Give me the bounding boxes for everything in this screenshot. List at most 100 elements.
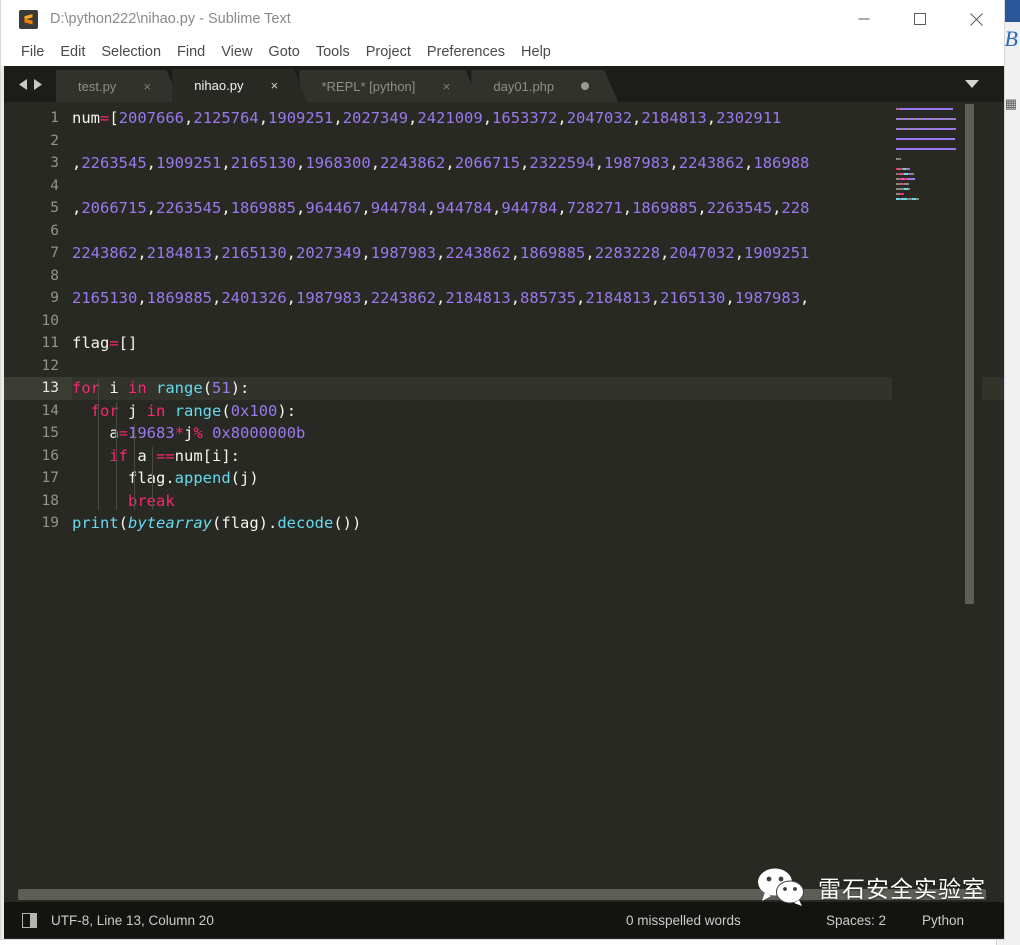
token-punc: ,	[669, 154, 679, 172]
token-num: 1987983	[604, 154, 670, 172]
menu-item-selection[interactable]: Selection	[93, 42, 169, 62]
token-num: 1653372	[492, 109, 558, 127]
menu-item-file[interactable]: File	[13, 42, 52, 62]
code-line-3[interactable]: ,2263545,1909251,2165130,1968300,2243862…	[72, 152, 809, 175]
token-punc: ,	[800, 289, 810, 307]
tab-day01-php[interactable]: day01.php	[471, 70, 618, 102]
minimap-token	[900, 193, 904, 195]
token-punc: ,	[492, 199, 502, 217]
code-line-19[interactable]: print(bytearray(flag).decode())	[72, 512, 361, 535]
minimize-icon[interactable]	[836, 0, 892, 38]
status-syntax[interactable]: Python	[922, 913, 964, 928]
token-num: 2263545	[81, 154, 147, 172]
token-plain: num[i]:	[174, 446, 240, 465]
token-punc: ,	[520, 154, 530, 172]
token-num: 2243862	[380, 154, 446, 172]
menu-item-edit[interactable]: Edit	[52, 42, 93, 62]
token-plain: flag.	[72, 469, 175, 487]
line-number-14: 14	[41, 402, 59, 419]
horizontal-scrollbar[interactable]	[4, 886, 1004, 902]
token-num: 2066715	[81, 199, 147, 217]
menu-item-view[interactable]: View	[213, 42, 260, 62]
token-num: 2243862	[370, 289, 437, 307]
sublime-logo-icon	[19, 9, 38, 29]
code-line-5[interactable]: ,2066715,2263545,1869885,964467,944784,9…	[72, 197, 809, 220]
token-punc: ,	[622, 199, 633, 217]
minimap-line	[896, 128, 956, 130]
token-punc: ,	[296, 199, 306, 217]
code-line-15[interactable]: a=19683*j% 0x8000000b	[72, 422, 305, 445]
code-line-1[interactable]: num=[2007666,2125764,1909251,2027349,242…	[72, 107, 781, 130]
tab-dirty-dot-icon[interactable]	[580, 82, 590, 90]
indent-guide	[98, 379, 99, 510]
tab-close-icon[interactable]: ×	[441, 79, 451, 94]
sidebar-toggle-icon[interactable]	[22, 912, 37, 928]
code-line-7[interactable]: 2243862,2184813,2165130,2027349,1987983,…	[72, 242, 809, 265]
menu-bar: File Edit Selection Find View Goto Tools Projec…	[1, 38, 1004, 66]
minimap-line	[896, 108, 954, 110]
tab-test-py[interactable]: test.py ×	[56, 70, 180, 102]
minimap[interactable]	[892, 102, 982, 902]
code-line-17[interactable]: flag.append(j)	[72, 467, 259, 490]
menu-item-preferences[interactable]: Preferences	[419, 42, 513, 62]
maximize-icon[interactable]	[892, 0, 948, 38]
line-number-3: 3	[50, 155, 59, 171]
tab-nav-arrows[interactable]	[4, 66, 56, 102]
token-call: decode	[277, 514, 334, 532]
token-punc: ,	[585, 244, 595, 262]
tab-nihao-py[interactable]: nihao.py ×	[172, 69, 307, 102]
code-line-18[interactable]: break	[72, 490, 175, 513]
token-num: 2007666	[118, 109, 185, 127]
token-num: 885735	[520, 289, 577, 307]
menu-item-help[interactable]: Help	[513, 42, 559, 62]
status-spelling[interactable]: 0 misspelled words	[626, 913, 741, 928]
token-punc: ,	[370, 154, 381, 172]
code-line-11[interactable]: flag=[]	[72, 332, 137, 355]
chevron-down-icon[interactable]	[952, 66, 992, 102]
line-number-4: 4	[50, 177, 59, 194]
token-punc: ,	[361, 289, 371, 307]
tabs-container: test.py × nihao.py × *REPL* [python] × day01.p…	[56, 69, 610, 102]
token-punc: ,	[557, 199, 567, 217]
token-num: 1869885	[230, 199, 297, 217]
line-number-9: 9	[50, 290, 59, 306]
token-punc: ,	[576, 289, 586, 307]
menu-item-goto[interactable]: Goto	[260, 42, 307, 62]
tab-close-icon[interactable]: ×	[142, 79, 152, 94]
code-line-9[interactable]: 2165130,1869885,2401326,1987983,2243862,…	[72, 287, 809, 310]
line-number-19: 19	[41, 515, 59, 531]
line-number-15: 15	[41, 425, 59, 441]
token-punc: ,	[221, 154, 231, 172]
minimap-scrollbar-thumb[interactable]	[965, 104, 974, 604]
token-kw: in	[146, 401, 166, 420]
minimap-line	[896, 173, 914, 175]
minimap-token	[903, 183, 909, 185]
token-num: 2184813	[585, 289, 651, 307]
token-punc: (	[202, 379, 213, 397]
menu-item-tools[interactable]: Tools	[308, 42, 358, 62]
tab-bar: test.py × nihao.py × *REPL* [python] × day01.p…	[4, 66, 1004, 102]
editor-region: test.py × nihao.py × *REPL* [python] × day01.p…	[1, 66, 1004, 939]
chevron-right-icon	[33, 78, 42, 90]
code-line-13[interactable]: for i in range(51):	[72, 377, 1004, 400]
menu-item-project[interactable]: Project	[358, 42, 419, 62]
token-num: 2263545	[156, 199, 222, 217]
close-icon[interactable]	[948, 0, 1004, 38]
minimap-line	[896, 178, 916, 180]
menu-item-find[interactable]: Find	[169, 42, 213, 62]
tab-label: *REPL* [python]	[321, 78, 416, 94]
sublime-text-window: D:\python222\nihao.py - Sublime Text Fil…	[0, 0, 1005, 940]
line-number-17: 17	[41, 470, 59, 486]
status-indentation[interactable]: Spaces: 2	[826, 913, 886, 928]
minimap-token	[908, 188, 911, 190]
token-num: 1909251	[268, 109, 334, 127]
tab-close-icon[interactable]: ×	[269, 78, 279, 93]
code-line-14[interactable]: for j in range(0x100):	[72, 400, 296, 423]
token-num: 186988	[753, 154, 810, 172]
tab-repl-python[interactable]: *REPL* [python] ×	[299, 70, 479, 102]
status-encoding-position[interactable]: UTF-8, Line 13, Column 20	[51, 913, 214, 928]
code-editor[interactable]: 1 2 3 4 5 6 7 8 9 10 11 12 13 14 15 16 17 18 19 num=[20076…	[4, 102, 1004, 902]
horizontal-scrollbar-thumb[interactable]	[18, 889, 986, 900]
